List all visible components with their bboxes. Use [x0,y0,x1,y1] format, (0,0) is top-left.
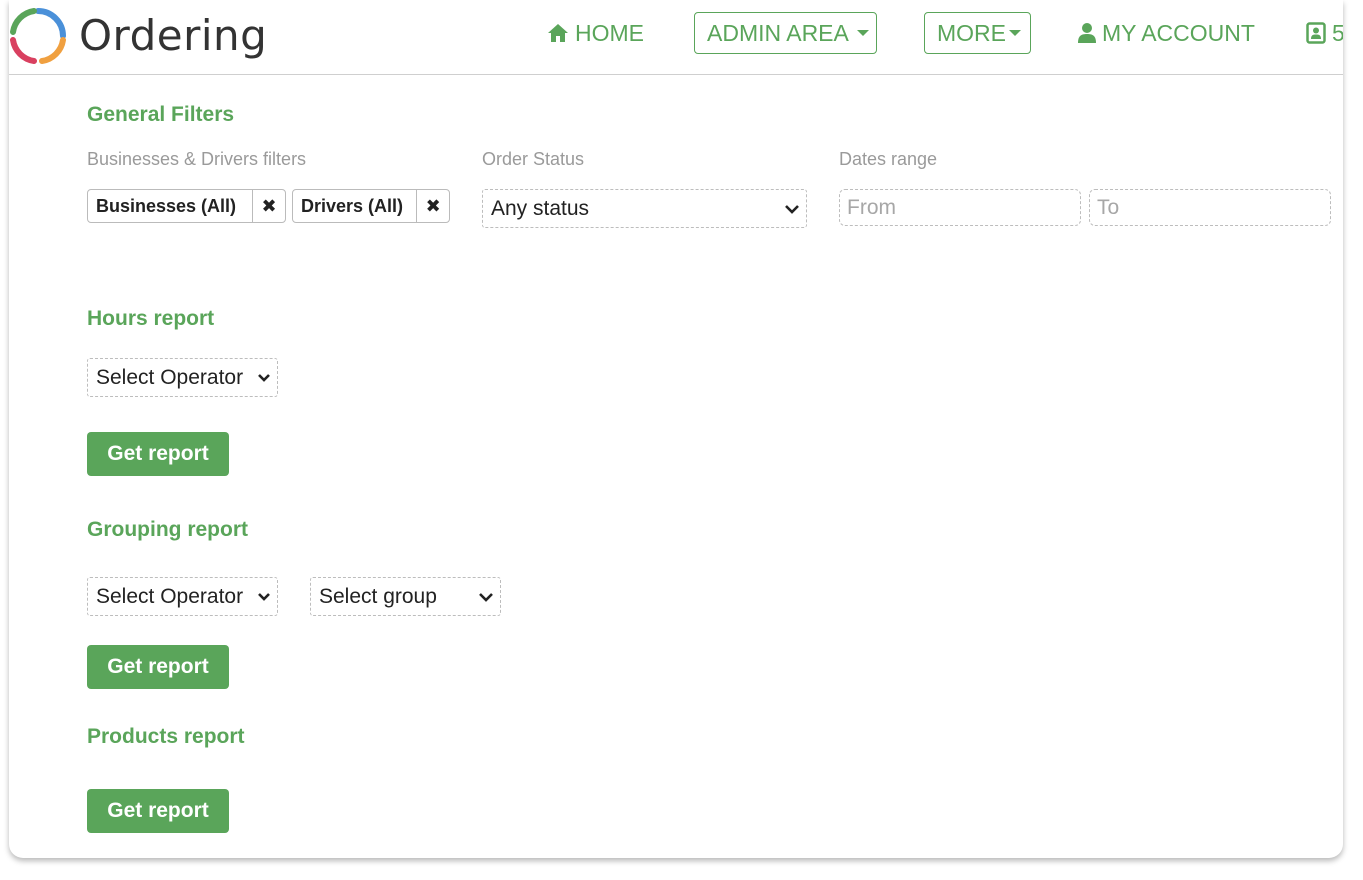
hours-get-report-button[interactable]: Get report [87,432,229,476]
order-status-value: Any status [491,196,590,220]
caret-down-icon [856,30,869,36]
home-icon [548,24,568,42]
nav-my-account[interactable]: MY ACCOUNT [1078,12,1255,54]
nav-more-label: MORE [937,19,1006,46]
date-to-input[interactable]: To [1089,189,1331,226]
nav-more[interactable]: MORE [924,12,1031,54]
grouping-report-title: Grouping report [87,518,248,541]
chevron-down-icon [258,592,270,601]
grouping-operator-value: Select Operator [96,584,244,608]
caret-down-icon [1009,30,1021,36]
date-from-input[interactable]: From [839,189,1081,226]
hours-report-title: Hours report [87,307,215,330]
chevron-down-icon [258,373,270,382]
grouping-operator-select[interactable]: Select Operator [87,577,278,616]
user-icon [1078,23,1096,43]
nav-admin-area[interactable]: ADMIN AREA [694,12,877,54]
top-header: Ordering HOME ADMIN AREA MORE MY ACCOUNT… [9,0,1343,75]
order-status-label: Order Status [482,149,585,169]
nav-my-account-label: MY ACCOUNT [1102,19,1255,46]
drivers-filter-tag: Drivers (All) ✖ [292,189,450,223]
general-filters-title: General Filters [87,103,235,126]
remove-drivers-icon[interactable]: ✖ [416,190,449,222]
hours-operator-select[interactable]: Select Operator [87,358,278,397]
app-window: Ordering HOME ADMIN AREA MORE MY ACCOUNT… [9,0,1343,858]
remove-businesses-icon[interactable]: ✖ [252,190,285,222]
drivers-tag-label[interactable]: Drivers (All) [293,190,416,222]
grouping-group-value: Select group [319,584,437,608]
businesses-tag-label[interactable]: Businesses (All) [88,190,252,222]
nav-admin-area-label: ADMIN AREA [707,19,849,46]
grouping-group-select[interactable]: Select group [310,577,501,616]
products-report-title: Products report [87,725,245,748]
businesses-drivers-label: Businesses & Drivers filters [87,149,307,169]
nav-home-label: HOME [575,19,644,46]
hours-operator-value: Select Operator [96,365,244,389]
nav-home[interactable]: HOME [547,12,644,54]
businesses-filter-tag: Businesses (All) ✖ [87,189,286,223]
grouping-get-report-button[interactable]: Get report [87,645,229,689]
main-nav: HOME ADMIN AREA MORE MY ACCOUNT 5 [9,12,1343,54]
nav-contact[interactable]: 5 [1306,12,1343,54]
chevron-down-icon [785,204,799,214]
order-status-select[interactable]: Any status [482,189,807,228]
nav-contact-label: 5 [1332,19,1343,46]
contact-card-icon [1306,22,1326,44]
chevron-down-icon [479,592,493,602]
dates-range-label: Dates range [839,149,938,169]
products-get-report-button[interactable]: Get report [87,789,229,833]
